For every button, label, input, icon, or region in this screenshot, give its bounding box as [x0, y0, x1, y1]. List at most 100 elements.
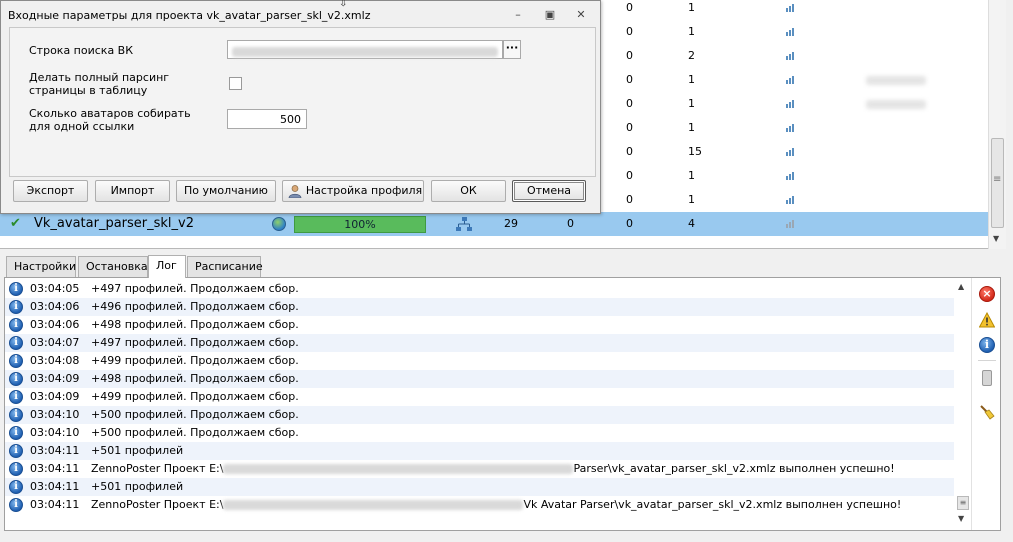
scrollbar-thumb[interactable] — [991, 138, 1004, 228]
search-string-input[interactable] — [227, 40, 503, 59]
log-row: i 03:04:11 +501 профилей — [5, 478, 954, 496]
grid-cell: 1 — [688, 1, 695, 14]
log-message: +498 профилей. Продолжаем сбор. — [91, 372, 299, 385]
log-scrollbar[interactable]: ▲ ≡ ▼ — [956, 278, 970, 530]
redacted-path — [223, 464, 574, 474]
grid-cell: 1 — [688, 193, 695, 206]
log-panel: i 03:04:05 +497 профилей. Продолжаем сбо… — [4, 277, 1001, 531]
log-row: i 03:04:11 ZennoPoster Проект E:\ Parser\… — [5, 460, 954, 478]
scroll-lock-icon[interactable] — [982, 370, 992, 386]
stats-icon — [786, 76, 796, 84]
warning-filter-icon[interactable] — [979, 312, 995, 328]
toolbar-divider — [978, 360, 996, 361]
info-icon: i — [9, 390, 23, 404]
log-message: +501 профилей — [91, 444, 184, 457]
info-icon: i — [9, 318, 23, 332]
log-time: 03:04:11 — [30, 498, 80, 511]
stats-icon — [786, 52, 796, 60]
selected-project-row[interactable]: ✔ Vk_avatar_parser_skl_v2 100% 29 0 0 4 — [0, 212, 988, 236]
tab-log[interactable]: Лог — [148, 255, 186, 278]
cancel-button[interactable]: Отмена — [512, 180, 586, 202]
avatar-count-label: Сколько аватаров собирать для одной ссыл… — [29, 107, 191, 133]
info-icon: i — [9, 426, 23, 440]
log-row: i 03:04:09 +499 профилей. Продолжаем сбо… — [5, 388, 954, 406]
log-toolbar: × i — [971, 278, 1000, 530]
info-icon: i — [9, 372, 23, 386]
tab-stop[interactable]: Остановка — [78, 256, 148, 277]
log-row: i 03:04:08 +499 профилей. Продолжаем сбо… — [5, 352, 954, 370]
ok-button[interactable]: ОК — [431, 180, 506, 202]
close-button[interactable]: ✕ — [573, 8, 589, 22]
profile-settings-label: Настройка профиля — [305, 184, 423, 197]
log-message-suffix: Parser\vk_avatar_parser_skl_v2.xmlz выпо… — [573, 462, 895, 475]
grid-cell: 0 — [626, 25, 633, 38]
log-row: i 03:04:06 +496 профилей. Продолжаем сбо… — [5, 298, 954, 316]
log-time: 03:04:07 — [30, 336, 80, 349]
maximize-button[interactable]: ▣ — [542, 8, 558, 22]
log-message: +500 профилей. Продолжаем сбор. — [91, 408, 299, 421]
log-row: i 03:04:06 +498 профилей. Продолжаем сбо… — [5, 316, 954, 334]
info-icon: i — [9, 408, 23, 422]
default-button[interactable]: По умолчанию — [176, 180, 276, 202]
dialog-title: Входные параметры для проекта vk_avatar_… — [8, 9, 371, 22]
log-message: +499 профилей. Продолжаем сбор. — [91, 390, 299, 403]
stats-icon — [786, 28, 796, 36]
scroll-down-arrow-icon[interactable]: ▼ — [993, 234, 999, 243]
grid-cell: 1 — [688, 169, 695, 182]
log-message: +500 профилей. Продолжаем сбор. — [91, 426, 299, 439]
profile-settings-button[interactable]: Настройка профиля — [282, 180, 424, 202]
arrow-down-icon: ⇩ — [339, 0, 348, 9]
grid-cell: 1 — [688, 97, 695, 110]
grid-cell: 0 — [626, 193, 633, 206]
log-message: ZennoPoster Проект E:\ Parser\vk_avatar_p… — [91, 462, 895, 475]
tab-schedule[interactable]: Расписание — [187, 256, 263, 277]
log-row: i 03:04:09 +498 профилей. Продолжаем сбо… — [5, 370, 954, 388]
minimize-button[interactable]: – — [510, 8, 526, 22]
redacted-text — [866, 76, 926, 85]
log-row: i 03:04:11 +501 профилей — [5, 442, 954, 460]
import-button[interactable]: Импорт — [95, 180, 170, 202]
error-filter-icon[interactable]: × — [979, 286, 995, 302]
full-parse-checkbox[interactable] — [229, 77, 242, 90]
grid-cell: 2 — [688, 49, 695, 62]
export-button[interactable]: Экспорт — [13, 180, 88, 202]
broom-icon[interactable] — [979, 404, 995, 420]
scroll-up-arrow-icon[interactable]: ▲ — [958, 282, 964, 291]
user-icon — [288, 185, 302, 198]
avatar-count-input[interactable]: 500 — [227, 109, 307, 129]
grid-cell: 0 — [626, 169, 633, 182]
log-message: +496 профилей. Продолжаем сбор. — [91, 300, 299, 313]
stats-icon — [786, 124, 796, 132]
log-time: 03:04:06 — [30, 300, 80, 313]
progress-bar: 100% — [294, 216, 426, 233]
log-message: +501 профилей — [91, 480, 184, 493]
grid-cell: 15 — [688, 145, 702, 158]
grid-cell: 0 — [626, 49, 633, 62]
log-time: 03:04:05 — [30, 282, 80, 295]
grid-cell: 0 — [626, 1, 633, 14]
grid-cell: 0 — [626, 97, 633, 110]
info-filter-icon[interactable]: i — [979, 337, 995, 353]
scroll-down-arrow-icon[interactable]: ▼ — [958, 514, 964, 523]
info-icon: i — [9, 444, 23, 458]
browse-button[interactable]: ··· — [503, 40, 521, 59]
globe-icon — [272, 217, 286, 231]
info-icon: i — [9, 462, 23, 476]
grid-cell: 4 — [688, 217, 695, 230]
grid-cell: 1 — [688, 25, 695, 38]
info-icon: i — [9, 300, 23, 314]
grid-scrollbar[interactable]: ▼ — [988, 0, 1006, 249]
info-icon: i — [9, 498, 23, 512]
log-time: 03:04:10 — [30, 426, 80, 439]
log-row: i 03:04:10 +500 профилей. Продолжаем сбо… — [5, 406, 954, 424]
log-row: i 03:04:07 +497 профилей. Продолжаем сбо… — [5, 334, 954, 352]
info-icon: i — [9, 336, 23, 350]
check-icon: ✔ — [10, 216, 21, 231]
input-parameters-dialog: Входные параметры для проекта vk_avatar_… — [0, 0, 601, 214]
log-time: 03:04:11 — [30, 480, 80, 493]
scrollbar-thumb[interactable]: ≡ — [957, 496, 969, 510]
tab-settings[interactable]: Настройки — [6, 256, 76, 277]
redacted-text — [866, 100, 926, 109]
search-string-label: Строка поиска ВК — [29, 44, 134, 57]
grid-cell: 0 — [567, 217, 574, 230]
